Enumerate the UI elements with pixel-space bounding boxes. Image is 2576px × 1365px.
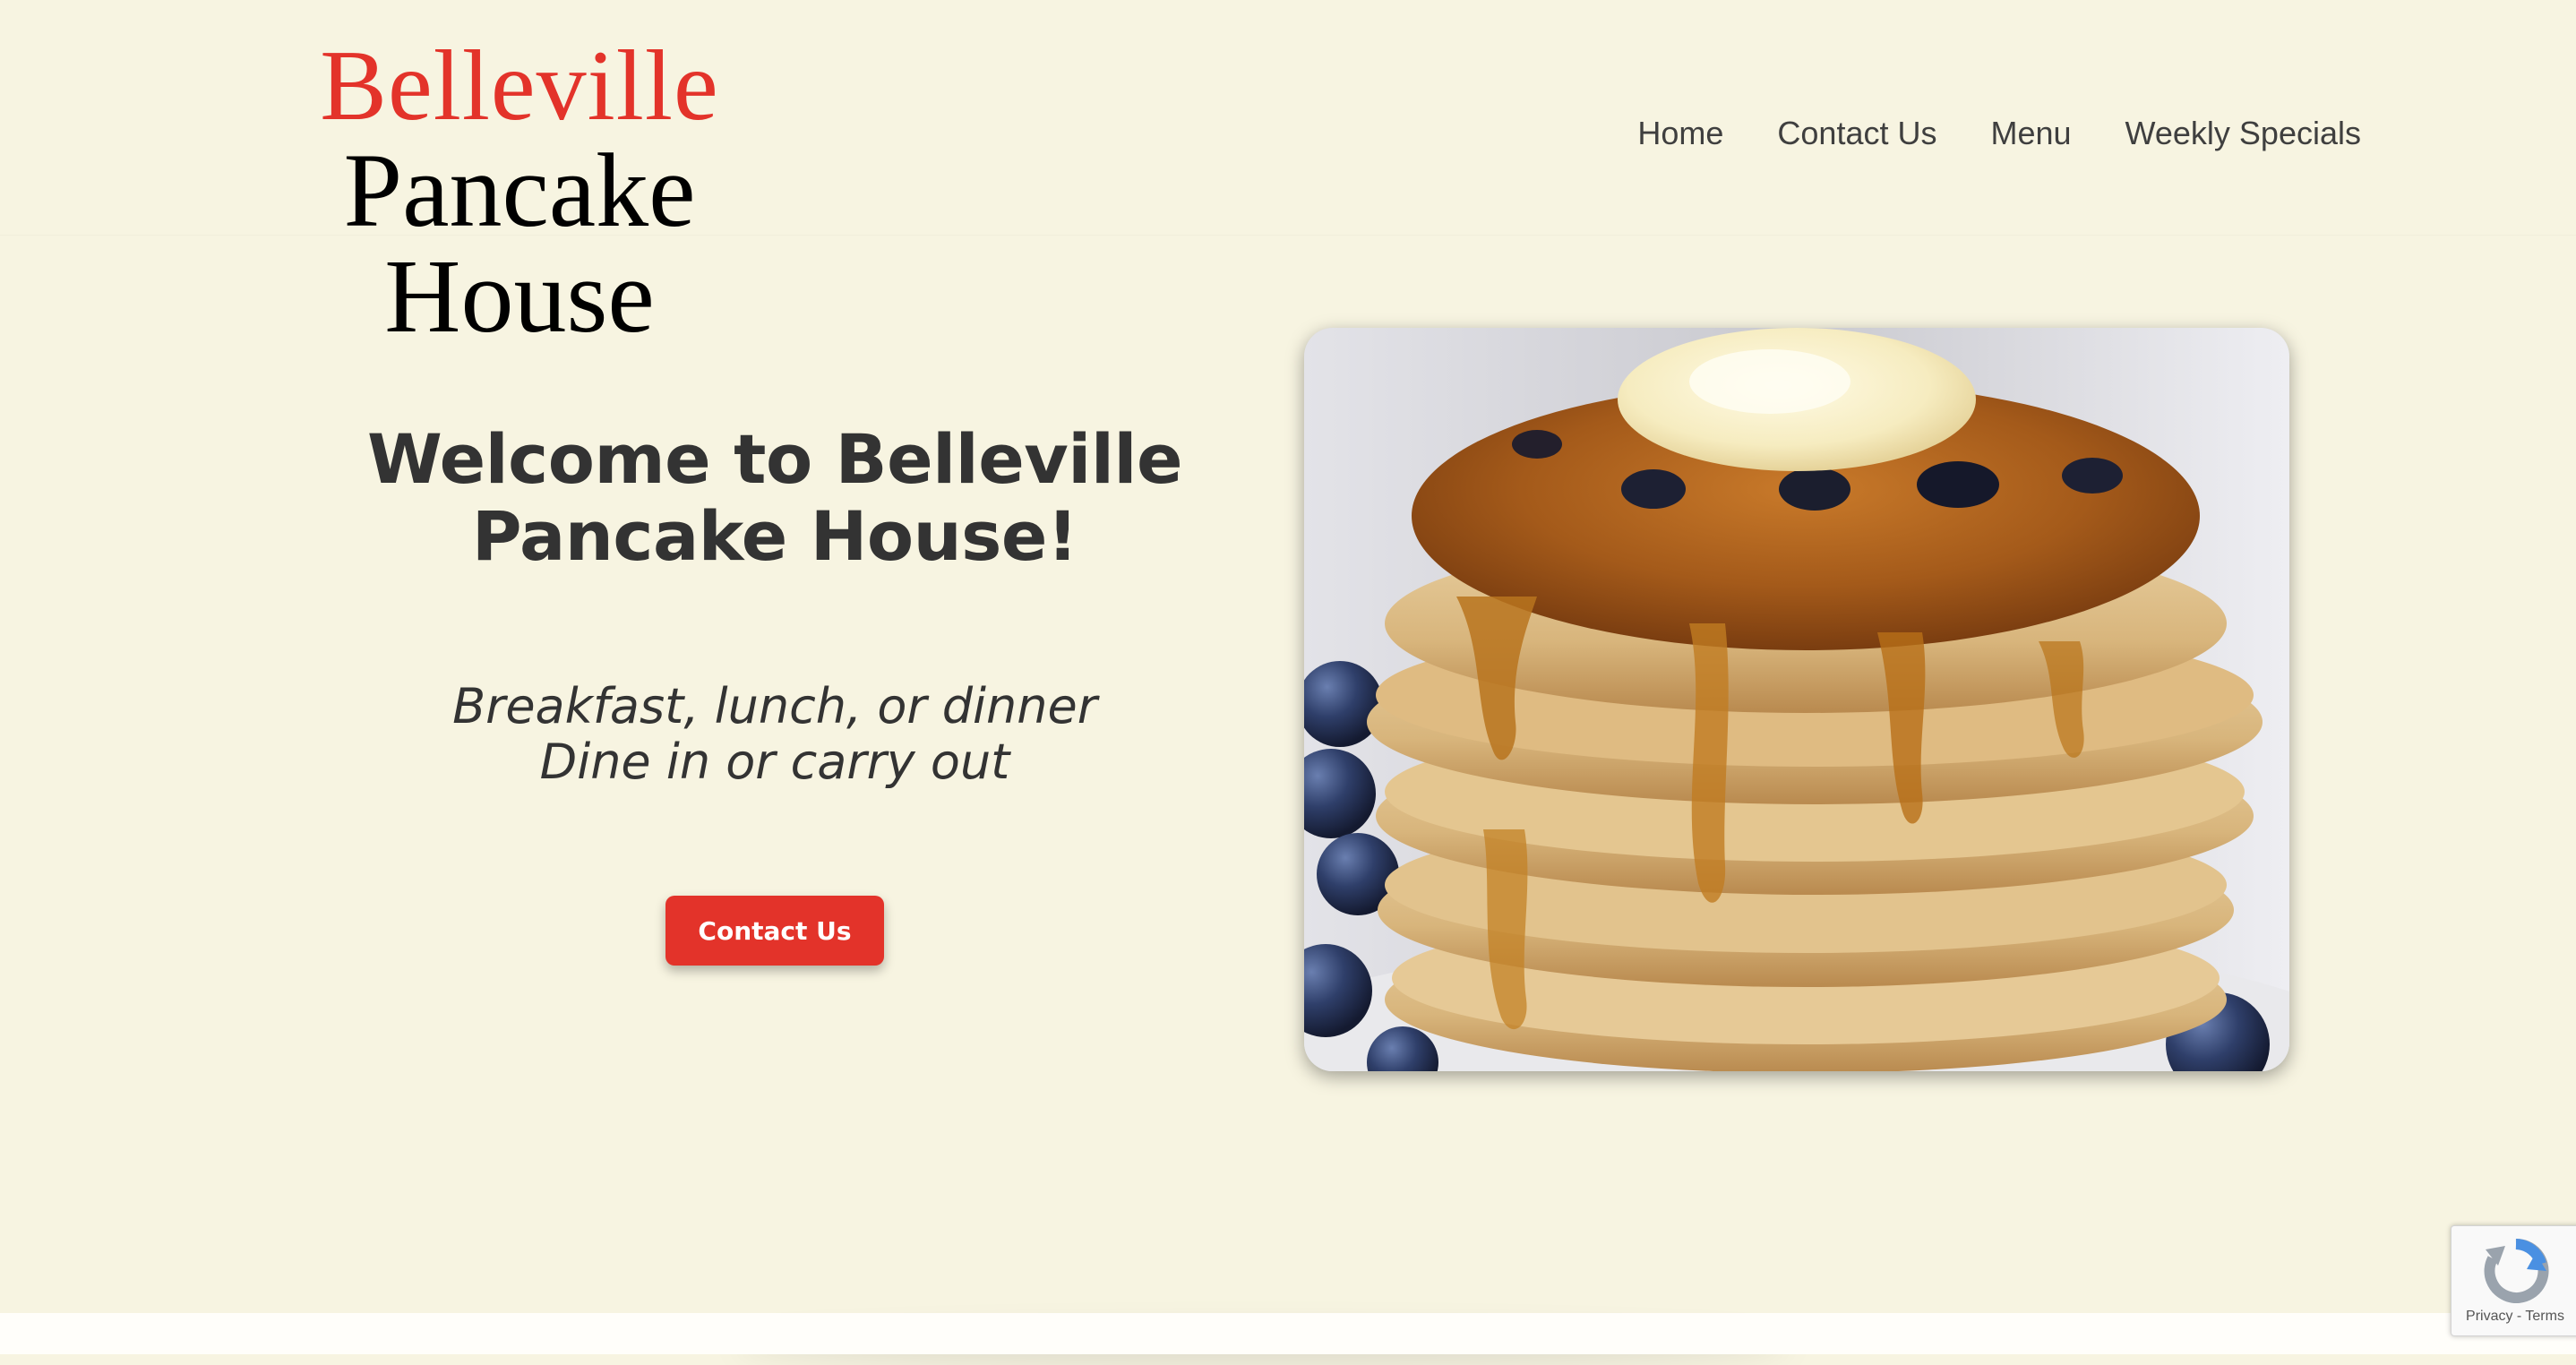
nav-contact-us[interactable]: Contact Us xyxy=(1777,115,1936,152)
recaptcha-separator: - xyxy=(2512,1309,2526,1324)
recaptcha-links: Privacy - Terms xyxy=(2451,1309,2576,1325)
hero-title: Welcome to Belleville Pancake House! xyxy=(366,419,1183,576)
main-nav: Home Contact Us Menu Weekly Specials xyxy=(1637,115,2361,152)
site-logo[interactable]: Belleville Pancake House xyxy=(197,36,842,349)
logo-line-pancake-house: Pancake House xyxy=(343,132,696,355)
recaptcha-badge[interactable]: Privacy - Terms xyxy=(2451,1225,2576,1336)
pancake-stack-image xyxy=(1304,328,2289,1071)
hero-section: Welcome to Belleville Pancake House! Bre… xyxy=(322,421,1227,966)
site-header: Belleville Pancake House Home Contact Us… xyxy=(0,0,2576,349)
tagline-dine-options: Dine in or carry out xyxy=(539,734,1010,790)
recaptcha-terms-link[interactable]: Terms xyxy=(2525,1309,2564,1324)
contact-us-button[interactable]: Contact Us xyxy=(665,896,884,966)
tagline-meals: Breakfast, lunch, or dinner xyxy=(452,678,1097,734)
hero-tagline: Breakfast, lunch, or dinner Dine in or c… xyxy=(322,679,1227,790)
pancake-stack-illustration xyxy=(1304,328,2289,1071)
logo-line-belleville: Belleville xyxy=(320,30,719,142)
recaptcha-icon xyxy=(2482,1237,2550,1309)
recaptcha-privacy-link[interactable]: Privacy xyxy=(2466,1309,2512,1324)
nav-home[interactable]: Home xyxy=(1637,115,1723,152)
next-section-edge xyxy=(0,1313,2576,1354)
nav-menu[interactable]: Menu xyxy=(1990,115,2071,152)
nav-weekly-specials[interactable]: Weekly Specials xyxy=(2125,115,2361,152)
